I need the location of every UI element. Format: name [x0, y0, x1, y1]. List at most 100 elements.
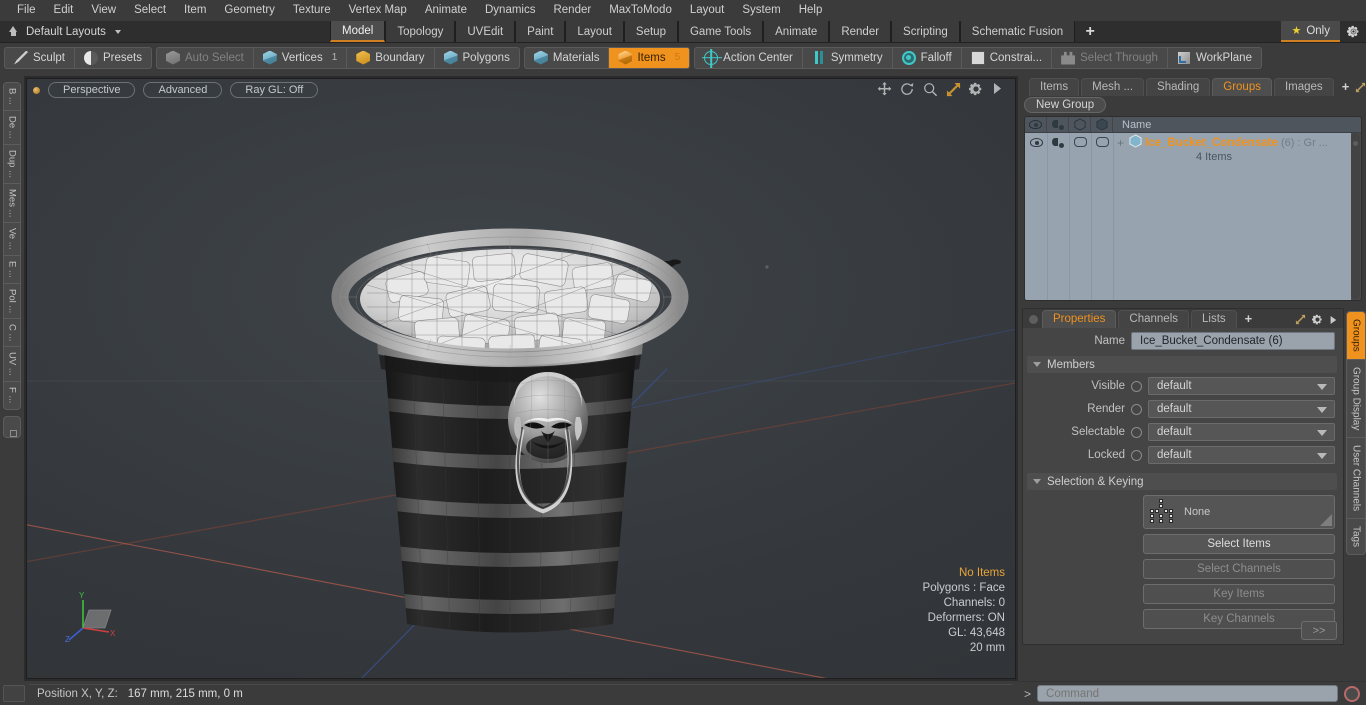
play-arrow-icon[interactable]	[1329, 315, 1337, 325]
select-channels-button[interactable]: Select Channels	[1143, 559, 1335, 579]
menu-item-vertex-map[interactable]: Vertex Map	[340, 1, 416, 20]
name-field[interactable]: Ice_Bucket_Condensate (6)	[1131, 332, 1335, 350]
tab-topology[interactable]: Topology	[385, 21, 456, 42]
menu-item-geometry[interactable]: Geometry	[215, 1, 284, 20]
record-icon[interactable]	[1344, 685, 1360, 702]
polygons-button[interactable]: Polygons	[435, 48, 519, 68]
visible-radio[interactable]	[1131, 380, 1142, 392]
add-properties-tab-button[interactable]: +	[1239, 309, 1259, 328]
gear-icon[interactable]	[1312, 314, 1323, 325]
left-tab-edge[interactable]: E ...	[4, 256, 20, 284]
tab-groups[interactable]: Groups	[1212, 78, 1272, 96]
left-tab-fusion[interactable]: F ...	[4, 382, 20, 408]
menu-item-texture[interactable]: Texture	[284, 1, 340, 20]
more-options-button[interactable]: >>	[1301, 621, 1337, 640]
tab-game-tools[interactable]: Game Tools	[677, 21, 764, 42]
render-icon[interactable]	[1047, 117, 1069, 132]
vertices-button[interactable]: Vertices 1	[254, 47, 348, 68]
play-arrow-icon[interactable]	[992, 82, 1007, 97]
only-toggle[interactable]: ★ Only	[1281, 21, 1340, 42]
right-tab-user-channels[interactable]: User Channels	[1347, 438, 1365, 520]
left-tab-polygon[interactable]: Pol ...	[4, 284, 20, 319]
select-through-button[interactable]: Select Through	[1052, 47, 1168, 68]
action-center-button[interactable]: Action Center	[695, 47, 803, 68]
items-button[interactable]: Items 5	[609, 47, 690, 68]
table-row[interactable]: + Ice_Bucket_Condensate (6) : Gr ... 4 I…	[1025, 133, 1351, 165]
menu-item-layout[interactable]: Layout	[681, 1, 734, 20]
3d-viewport[interactable]: Perspective Advanced Ray GL: Off No Item…	[26, 78, 1016, 679]
tab-shading[interactable]: Shading	[1146, 78, 1211, 96]
menu-item-dynamics[interactable]: Dynamics	[476, 1, 544, 20]
menu-item-view[interactable]: View	[82, 1, 125, 20]
viewport-shading-pill[interactable]: Advanced	[143, 82, 223, 98]
tab-model[interactable]: Model	[330, 21, 386, 42]
left-strip-toggle[interactable]	[3, 416, 21, 438]
materials-button[interactable]: Materials	[525, 47, 610, 68]
add-panel-tab-button[interactable]: +	[1336, 77, 1356, 96]
menu-item-help[interactable]: Help	[790, 1, 832, 20]
tab-items[interactable]: Items	[1029, 78, 1080, 96]
menu-item-animate[interactable]: Animate	[416, 1, 476, 20]
tab-layout[interactable]: Layout	[565, 21, 624, 42]
add-tab-button[interactable]: +	[1075, 21, 1105, 42]
tab-paint[interactable]: Paint	[515, 21, 566, 42]
members-section-header[interactable]: Members	[1027, 356, 1337, 373]
render-dropdown[interactable]: default	[1148, 400, 1335, 418]
auto-select-button[interactable]: Auto Select	[157, 47, 254, 68]
eye-icon[interactable]	[1025, 117, 1047, 132]
rotate-icon[interactable]	[900, 82, 915, 97]
groups-list-scrollbar[interactable]	[1351, 133, 1360, 299]
status-bar-handle[interactable]	[3, 684, 25, 702]
menu-item-file[interactable]: File	[8, 1, 45, 20]
ice-bucket-model[interactable]	[27, 79, 1016, 679]
pin-icon[interactable]	[7, 25, 20, 38]
left-tab-mesh[interactable]: Mes ...	[4, 184, 20, 224]
fit-icon[interactable]	[946, 82, 961, 97]
left-tab-curve[interactable]: C ...	[4, 319, 20, 348]
tab-properties[interactable]: Properties	[1042, 310, 1117, 328]
render-radio[interactable]	[1131, 403, 1142, 415]
row-shaded-toggle[interactable]	[1091, 133, 1113, 149]
row-expander[interactable]: +	[1117, 136, 1124, 150]
row-name-cell[interactable]: + Ice_Bucket_Condensate (6) : Gr ... 4 I…	[1113, 133, 1351, 163]
right-tab-groups[interactable]: Groups	[1347, 312, 1365, 360]
symmetry-button[interactable]: Symmetry	[803, 47, 893, 68]
move-icon[interactable]	[877, 82, 892, 97]
falloff-button[interactable]: Falloff	[893, 47, 962, 68]
viewport-menu-dot[interactable]	[33, 86, 40, 94]
shaded-icon[interactable]	[1091, 117, 1113, 132]
selection-set-selector[interactable]: None	[1143, 495, 1335, 529]
tab-schematic-fusion[interactable]: Schematic Fusion	[959, 21, 1076, 42]
expand-icon[interactable]	[1295, 314, 1306, 325]
sculpt-button[interactable]: Sculpt	[5, 47, 75, 68]
viewport-raygl-pill[interactable]: Ray GL: Off	[230, 82, 319, 98]
locked-dropdown[interactable]: default	[1148, 446, 1335, 464]
left-tab-deform[interactable]: De ...	[4, 111, 20, 145]
right-tab-tags[interactable]: Tags	[1347, 519, 1365, 554]
left-tab-vertex[interactable]: Ve ...	[4, 223, 20, 256]
left-tab-duplicate[interactable]: Dup ...	[4, 145, 20, 184]
visible-dropdown[interactable]: default	[1148, 377, 1335, 395]
select-items-button[interactable]: Select Items	[1143, 534, 1335, 554]
workplane-button[interactable]: WorkPlane	[1168, 48, 1261, 68]
chevron-down-icon[interactable]	[114, 29, 121, 34]
menu-item-maxtomodo[interactable]: MaxToModo	[600, 1, 681, 20]
properties-menu-dot[interactable]	[1029, 315, 1038, 324]
wireframe-icon[interactable]	[1069, 117, 1091, 132]
row-wireframe-toggle[interactable]	[1069, 133, 1091, 149]
tab-channels[interactable]: Channels	[1118, 310, 1190, 328]
tab-lists[interactable]: Lists	[1191, 310, 1237, 328]
command-input[interactable]	[1037, 685, 1338, 702]
gear-icon[interactable]	[1340, 21, 1366, 42]
menu-item-system[interactable]: System	[733, 1, 789, 20]
new-group-button[interactable]: New Group	[1024, 97, 1107, 113]
key-items-button[interactable]: Key Items	[1143, 584, 1335, 604]
selectable-radio[interactable]	[1131, 426, 1142, 438]
tab-setup[interactable]: Setup	[623, 21, 678, 42]
tab-mesh[interactable]: Mesh ...	[1081, 78, 1145, 96]
presets-button[interactable]: Presets	[75, 48, 151, 68]
layout-selector[interactable]: Default Layouts	[0, 21, 330, 42]
viewport-projection-pill[interactable]: Perspective	[48, 82, 136, 98]
axis-gizmo[interactable]: Y X Z	[65, 588, 125, 648]
left-tab-uv[interactable]: UV ...	[4, 347, 20, 383]
